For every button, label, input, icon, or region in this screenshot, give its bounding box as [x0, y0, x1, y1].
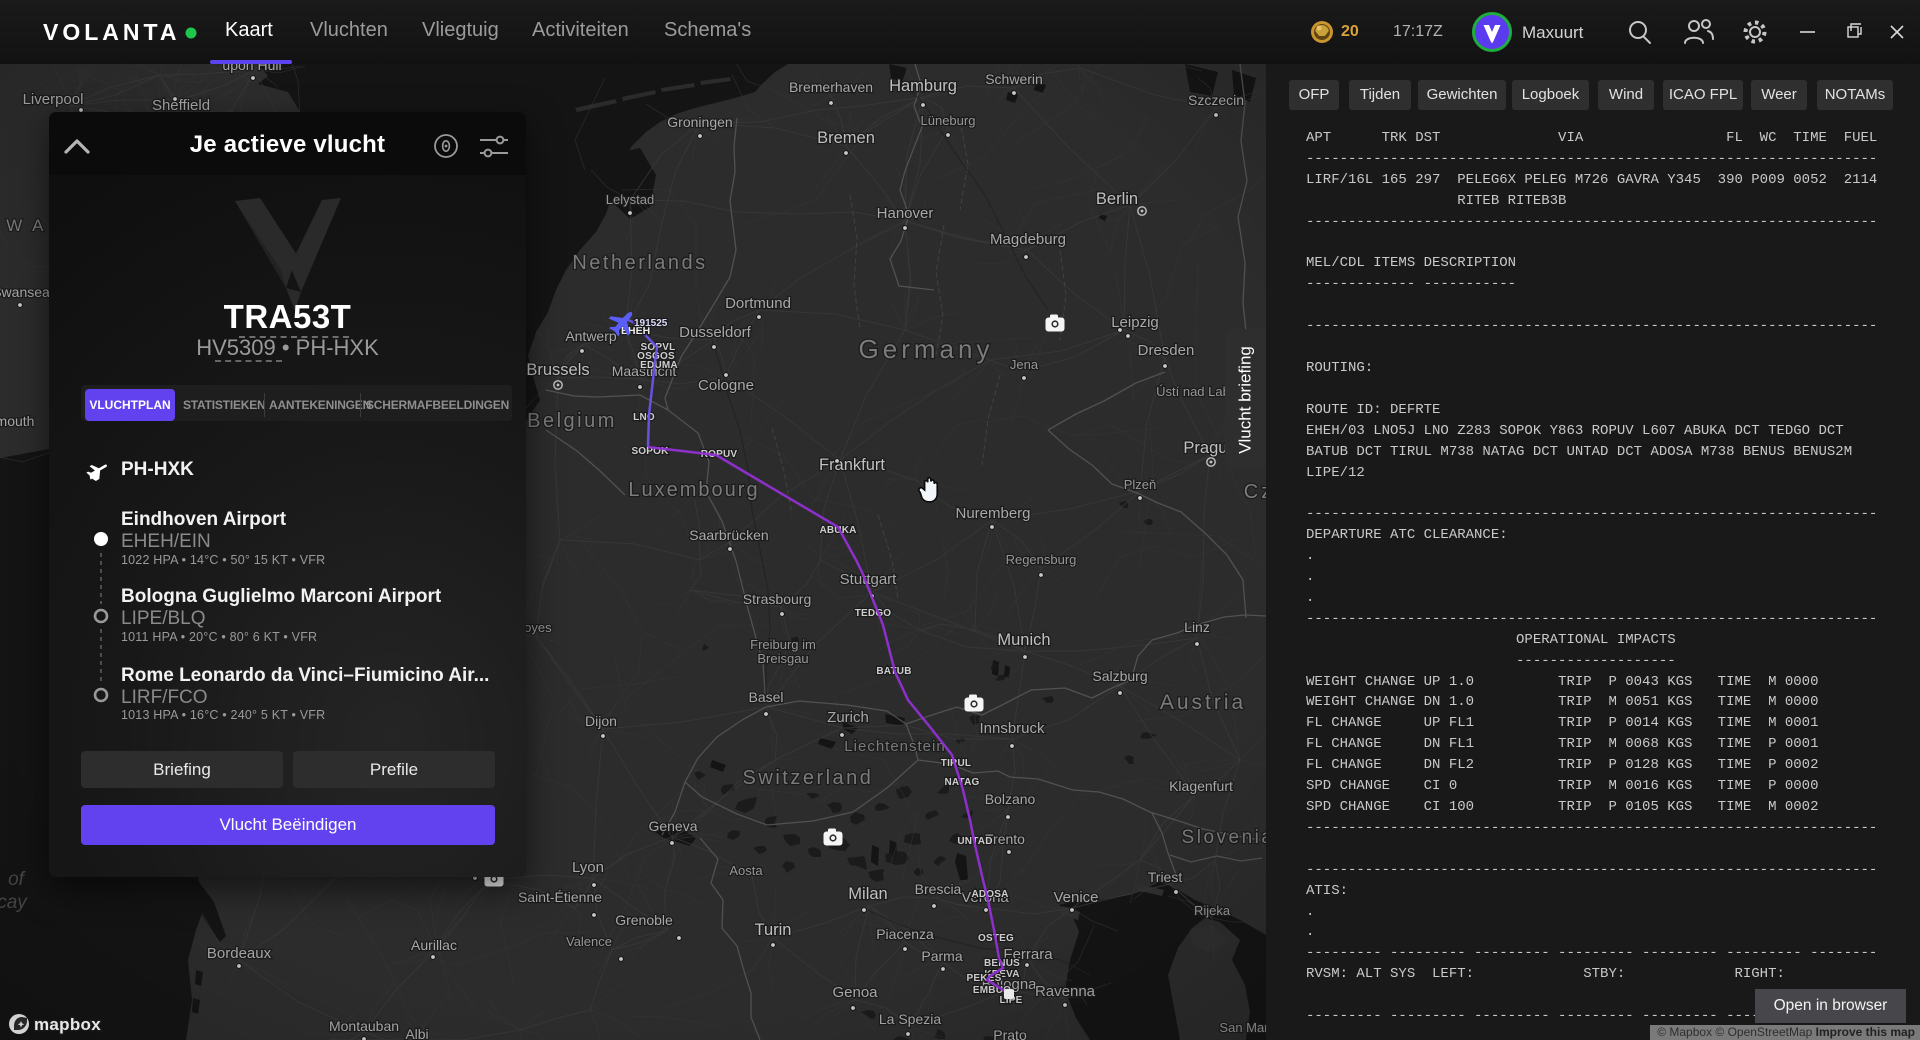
- svg-text:mapbox: mapbox: [34, 1015, 101, 1034]
